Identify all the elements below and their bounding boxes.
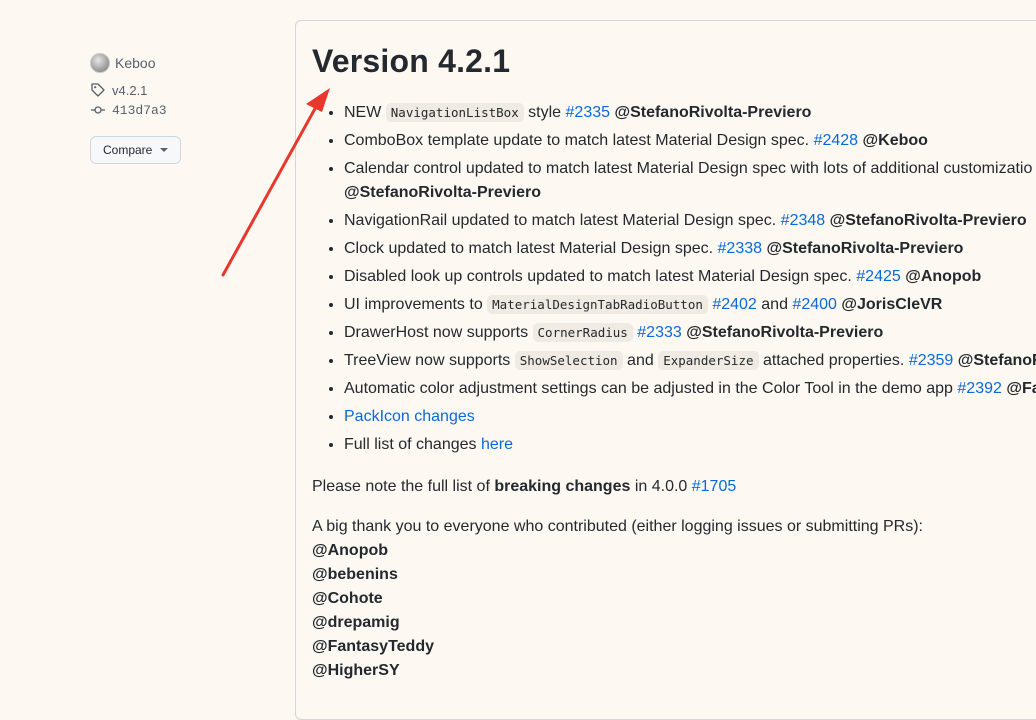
- red-arrow-annotation: [221, 88, 330, 277]
